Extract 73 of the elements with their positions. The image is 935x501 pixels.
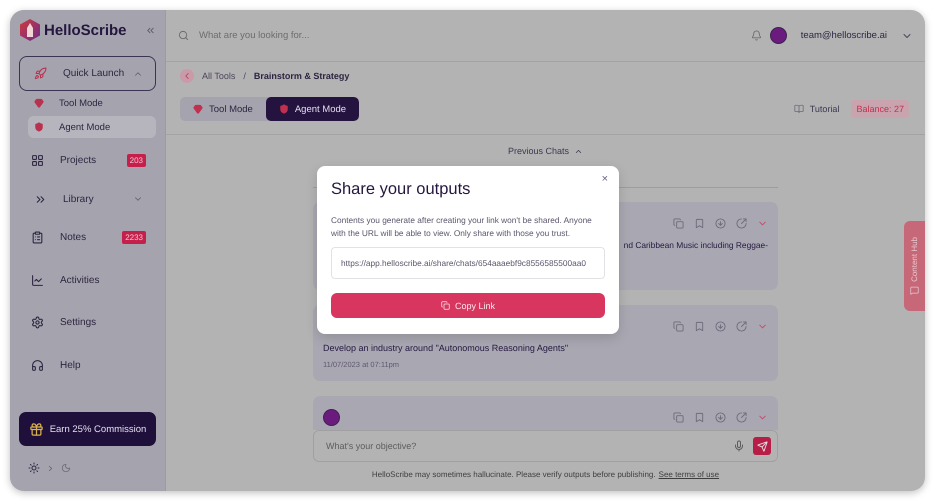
breadcrumb-link[interactable]: Brainstorm & Strategy: [254, 71, 350, 81]
copy-icon[interactable]: [673, 218, 684, 228]
message-icon: [910, 286, 919, 296]
chat-prompt: nd Caribbean Music including Reggae-: [624, 240, 768, 250]
bookmark-icon[interactable]: [694, 412, 705, 422]
balance-badge: Balance: 27: [851, 100, 909, 118]
bell-icon[interactable]: [750, 30, 762, 41]
chat-avatar: [323, 408, 340, 426]
count-badge: 2233: [122, 231, 146, 244]
open-icon[interactable]: [736, 320, 747, 332]
dialog-title: Share your outputs: [331, 180, 472, 199]
breadcrumb-link[interactable]: All Tools: [202, 71, 236, 81]
gift-icon: [28, 422, 44, 436]
moon-icon[interactable]: [61, 463, 71, 473]
open-icon[interactable]: [736, 412, 747, 422]
back-button[interactable]: [180, 69, 194, 83]
chat-prompt: Develop an industry around "Autonomous Reasoning Agents": [323, 343, 568, 353]
nav-item[interactable]: Settings: [19, 302, 156, 344]
gem-icon: [34, 98, 44, 108]
share-url-field[interactable]: https://app.helloscribe.ai/share/chats/654aaaebf9c8556585500aa0: [331, 247, 605, 279]
shield-icon: [278, 104, 289, 114]
disclaimer-text: HelloScribe may sometimes hallucinate. Please verify outputs before publishing.: [372, 470, 656, 479]
terms-link[interactable]: See terms of use: [658, 470, 720, 479]
bookmark-icon[interactable]: [694, 218, 705, 228]
open-icon[interactable]: [736, 218, 747, 228]
copy-icon[interactable]: [673, 320, 684, 332]
nav-subitem[interactable]: Tool Mode: [28, 92, 156, 114]
chart-icon: [31, 274, 44, 287]
nav-item[interactable]: Activities: [19, 259, 156, 302]
search-field[interactable]: What are you looking for...: [197, 29, 743, 42]
download-icon[interactable]: [715, 320, 726, 332]
copy-icon[interactable]: [673, 412, 684, 422]
dialog-text: Contents you generate after creating your link won't be shared. Anyone with the URL will be able to view. Only share with those you trust.: [331, 214, 593, 239]
sun-icon[interactable]: [28, 462, 40, 474]
gem-icon: [193, 104, 203, 114]
copy-link-button[interactable]: Copy Link: [331, 293, 605, 318]
nav-group[interactable]: Library: [19, 182, 156, 216]
commission-button[interactable]: Earn 25% Commission: [19, 412, 156, 446]
settings-icon: [31, 316, 44, 330]
nav-subitem[interactable]: Agent Mode: [28, 116, 156, 138]
count-badge: 203: [126, 154, 146, 167]
nav-group[interactable]: Quick Launch: [19, 56, 156, 91]
collapse-icon[interactable]: [145, 24, 156, 36]
brand-name: HelloScribe: [44, 22, 128, 38]
chevron-right-icon: [46, 464, 55, 472]
copy-icon: [440, 301, 450, 310]
tutorial-button[interactable]: Tutorial: [788, 103, 846, 115]
clipboard-icon: [31, 231, 44, 244]
bookmark-icon[interactable]: [694, 320, 705, 332]
mode-tab[interactable]: Agent Mode: [266, 97, 360, 121]
logo-icon: [20, 19, 40, 41]
breadcrumb-separator: /: [243, 71, 246, 81]
microphone-icon[interactable]: [733, 440, 745, 452]
nav-item[interactable]: Projects 203: [19, 139, 156, 182]
download-icon[interactable]: [715, 412, 726, 422]
grid-icon: [31, 154, 44, 167]
send-button[interactable]: [753, 437, 771, 455]
book-icon: [794, 104, 804, 114]
send-icon: [756, 440, 768, 452]
download-icon[interactable]: [715, 218, 726, 228]
headset-icon: [31, 358, 44, 372]
shield-icon: [34, 122, 44, 132]
objective-field[interactable]: What's your objective?: [324, 440, 725, 452]
user-email: team@helloscribe.ai: [800, 30, 887, 41]
nav-item[interactable]: Notes 2233: [19, 216, 156, 259]
rocket-icon: [34, 67, 47, 80]
composer-field[interactable]: What's your objective?: [313, 430, 778, 462]
nav-item[interactable]: Help: [19, 344, 156, 386]
user-avatar[interactable]: [770, 27, 787, 44]
search-icon: [178, 30, 189, 41]
previous-chats-toggle[interactable]: Previous Chats: [502, 144, 590, 158]
close-button[interactable]: ×: [600, 171, 610, 187]
chat-card[interactable]: [313, 396, 778, 430]
